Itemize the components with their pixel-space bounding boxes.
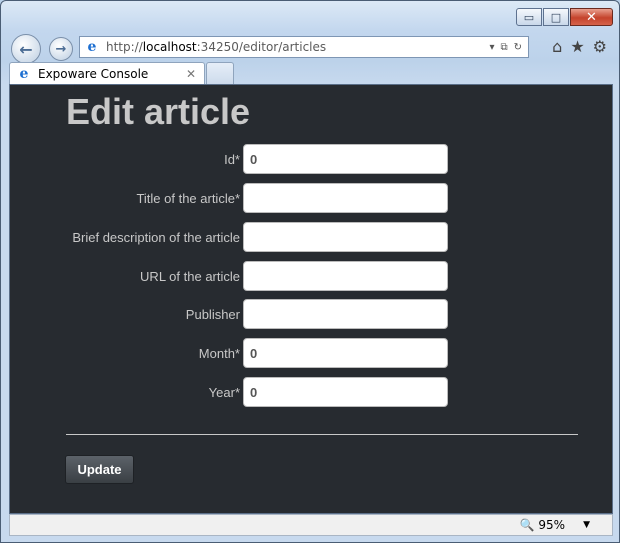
title-field[interactable] <box>243 183 448 213</box>
address-dropdown-icon[interactable]: ▾ <box>489 42 494 53</box>
description-label: Brief description of the article <box>72 230 240 245</box>
status-bar: 🔍 95% ▼ <box>9 514 613 536</box>
back-button[interactable]: ← <box>11 34 41 64</box>
page-content: Edit article Id* Title of the article* B… <box>9 84 613 514</box>
maximize-button[interactable]: □ <box>543 8 569 26</box>
publisher-field[interactable] <box>243 299 448 329</box>
arrow-left-icon: ← <box>19 39 33 59</box>
ie-page-icon: e <box>87 39 97 55</box>
description-field[interactable] <box>243 222 448 252</box>
form-divider <box>66 434 578 435</box>
zoom-magnifier-icon: 🔍 <box>519 518 535 532</box>
new-tab-button[interactable] <box>206 62 234 84</box>
favorites-star-icon[interactable]: ★ <box>570 37 584 56</box>
page-title: Edit article <box>66 91 251 132</box>
form-row-title: Title of the article* <box>10 183 614 213</box>
form-row-id: Id* <box>10 144 614 174</box>
id-label: Id* <box>224 152 240 167</box>
month-label: Month* <box>198 346 240 361</box>
month-field[interactable] <box>243 338 448 368</box>
form-row-month: Month* <box>10 338 614 368</box>
compatibility-view-icon[interactable]: ⧉ <box>500 42 507 53</box>
refresh-icon[interactable]: ↻ <box>514 42 522 53</box>
title-label: Title of the article* <box>136 191 240 206</box>
form-row-publisher: Publisher <box>10 299 614 329</box>
url-host: localhost <box>142 40 197 54</box>
browser-window: ▭ □ ✕ ← → e http://localhost:34250/edito… <box>0 0 620 543</box>
tab-title: Expoware Console <box>38 66 149 81</box>
form-row-year: Year* <box>10 377 614 407</box>
settings-gear-icon[interactable]: ⚙ <box>593 37 607 56</box>
publisher-label: Publisher <box>185 307 240 322</box>
update-button[interactable]: Update <box>65 455 134 484</box>
zoom-level[interactable]: 95% <box>538 518 565 532</box>
close-button[interactable]: ✕ <box>570 8 613 26</box>
tab-close-icon[interactable]: ✕ <box>186 67 196 81</box>
tab-ie-icon: e <box>19 65 29 82</box>
form-row-description: Brief description of the article <box>10 222 614 252</box>
browser-toolbar-icons: ⌂ ★ ⚙ <box>552 37 607 56</box>
url-field[interactable] <box>243 261 448 291</box>
address-tools: ▾ ⧉ ↻ <box>489 42 528 53</box>
zoom-dropdown-icon[interactable]: ▼ <box>583 520 590 530</box>
forward-button[interactable]: → <box>49 37 73 61</box>
caption-buttons: ▭ □ ✕ <box>515 8 613 26</box>
id-field[interactable] <box>243 144 448 174</box>
url-prefix: http:// <box>106 40 143 54</box>
tab-expoware-console[interactable]: e Expoware Console ✕ <box>9 62 205 84</box>
year-label: Year* <box>208 385 240 400</box>
minimize-button[interactable]: ▭ <box>516 8 542 26</box>
address-url[interactable]: http://localhost:34250/editor/articles <box>106 40 326 54</box>
home-icon[interactable]: ⌂ <box>552 37 562 56</box>
form-row-url: URL of the article <box>10 261 614 291</box>
year-field[interactable] <box>243 377 448 407</box>
arrow-right-icon: → <box>55 41 67 57</box>
address-bar[interactable]: e http://localhost:34250/editor/articles… <box>79 36 529 58</box>
url-label: URL of the article <box>140 269 240 284</box>
url-path: :34250/editor/articles <box>196 40 327 54</box>
